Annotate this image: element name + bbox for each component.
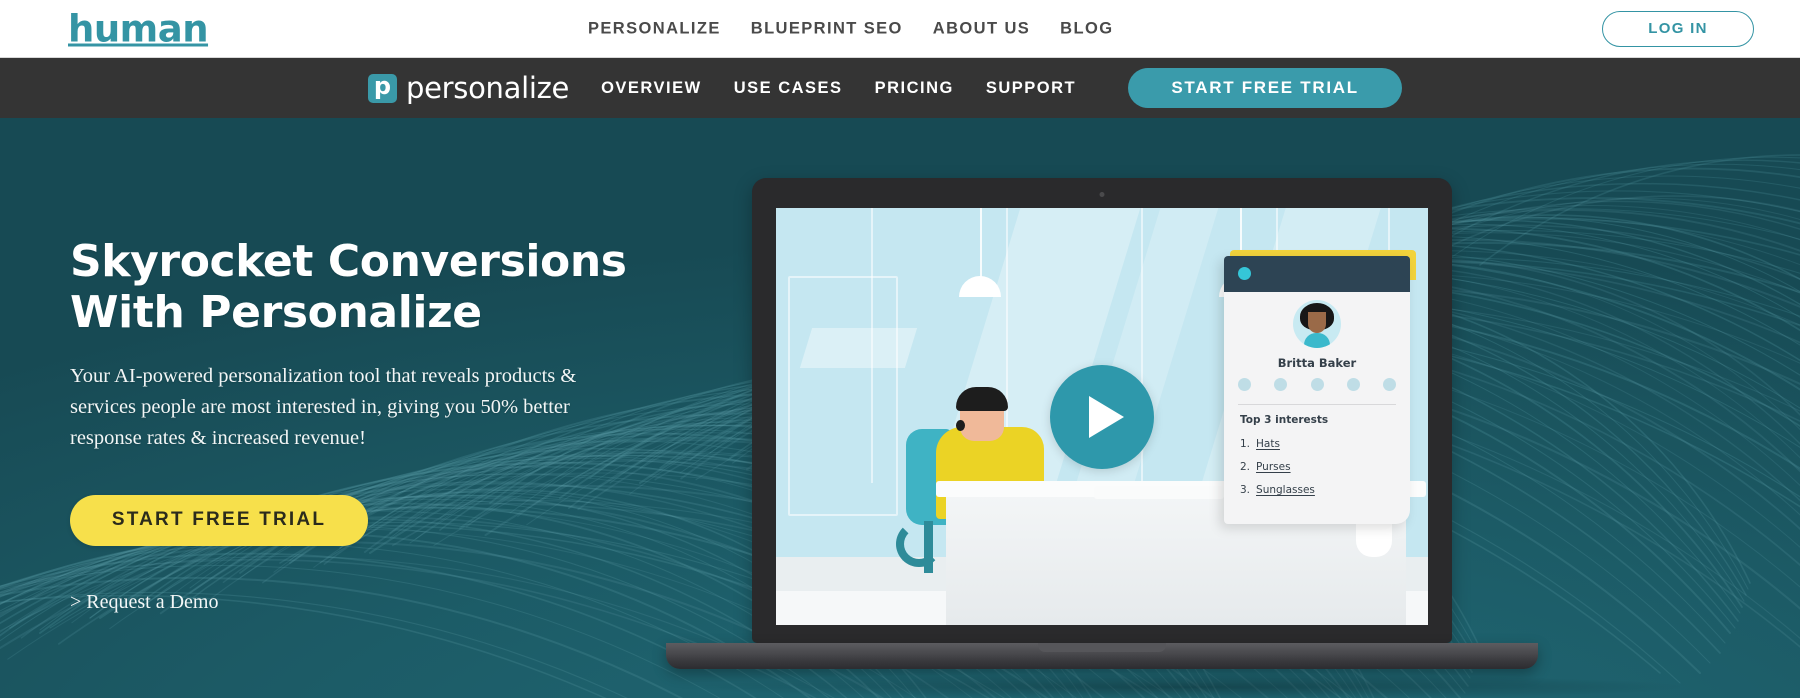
list-item: 3. Sunglasses [1240, 484, 1400, 496]
webcam-icon [1099, 192, 1105, 197]
subnav-item-use-cases[interactable]: USE CASES [734, 79, 843, 98]
personalize-p-icon: p [368, 73, 397, 103]
avatar [1293, 300, 1341, 348]
keyboard [1094, 486, 1224, 499]
subnav-item-support[interactable]: SUPPORT [986, 79, 1076, 98]
interest-label-1: Hats [1256, 438, 1280, 450]
subnav-item-pricing[interactable]: PRICING [875, 79, 954, 98]
profile-card-divider [1238, 404, 1396, 405]
secondary-navigation-bar: p personalize OVERVIEW USE CASES PRICING… [0, 58, 1800, 118]
nav-item-about-us[interactable]: ABOUT US [933, 19, 1030, 38]
personalize-logo[interactable]: p personalize [368, 71, 569, 105]
laptop-lid: Britta Baker Top 3 interests 1. Hats 2. [752, 178, 1452, 643]
lamp-cord-1 [980, 208, 982, 280]
hero-copy-block: Skyrocket Conversions With Personalize Y… [70, 236, 690, 614]
subnav-start-free-trial-button[interactable]: START FREE TRIAL [1128, 68, 1403, 108]
interest-label-3: Sunglasses [1256, 484, 1315, 496]
hero-heading-line-1: Skyrocket Conversions [70, 236, 627, 287]
top-header-bar: human PERSONALIZE BLUEPRINT SEO ABOUT US… [0, 0, 1800, 58]
laptop-base-notch [1038, 643, 1166, 652]
interest-number-2: 2. [1240, 461, 1251, 473]
human-logo[interactable]: human [68, 7, 209, 50]
interest-number-1: 1. [1240, 438, 1251, 450]
interest-label-2: Purses [1256, 461, 1291, 473]
office-door [788, 276, 898, 516]
profile-card: Britta Baker Top 3 interests 1. Hats 2. [1224, 256, 1410, 524]
list-item: 2. Purses [1240, 461, 1400, 473]
profile-card-status-dot [1238, 267, 1251, 280]
product-navigation: OVERVIEW USE CASES PRICING SUPPORT [601, 79, 1076, 98]
profile-card-header [1224, 256, 1410, 292]
personalize-logo-text: personalize [406, 71, 570, 105]
play-triangle-icon [1089, 395, 1124, 438]
primary-navigation: PERSONALIZE BLUEPRINT SEO ABOUT US BLOG [588, 19, 1113, 38]
hero-start-free-trial-button[interactable]: START FREE TRIAL [70, 494, 368, 546]
play-button[interactable] [1050, 364, 1154, 469]
profile-name: Britta Baker [1277, 356, 1357, 370]
list-item: 1. Hats [1240, 438, 1400, 450]
laptop-illustration: Britta Baker Top 3 interests 1. Hats 2. [666, 178, 1538, 669]
top-interests-label: Top 3 interests [1240, 414, 1329, 426]
nav-item-blueprint-seo[interactable]: BLUEPRINT SEO [751, 19, 903, 38]
laptop-drop-shadow [700, 674, 1680, 698]
hero-heading-line-2: With Personalize [70, 287, 482, 339]
hero-paragraph: Your AI-powered personalization tool tha… [70, 365, 577, 450]
top-interests-list: 1. Hats 2. Purses 3. Sunglasses [1240, 438, 1400, 507]
request-a-demo-link[interactable]: > Request a Demo [70, 591, 690, 614]
interest-number-3: 3. [1240, 484, 1251, 496]
profile-attribute-dots [1238, 378, 1396, 391]
person-hair [956, 387, 1008, 411]
nav-item-blog[interactable]: BLOG [1060, 19, 1113, 38]
hero-section: Skyrocket Conversions With Personalize Y… [0, 118, 1800, 698]
person-ear [956, 420, 965, 431]
log-in-button[interactable]: LOG IN [1602, 10, 1754, 47]
laptop-base [666, 643, 1538, 669]
nav-item-personalize[interactable]: PERSONALIZE [588, 19, 721, 38]
office-chair-arm [896, 521, 942, 567]
hero-heading: Skyrocket Conversions With Personalize [70, 236, 690, 338]
laptop-screen: Britta Baker Top 3 interests 1. Hats 2. [776, 208, 1428, 625]
subnav-item-overview[interactable]: OVERVIEW [601, 79, 702, 98]
